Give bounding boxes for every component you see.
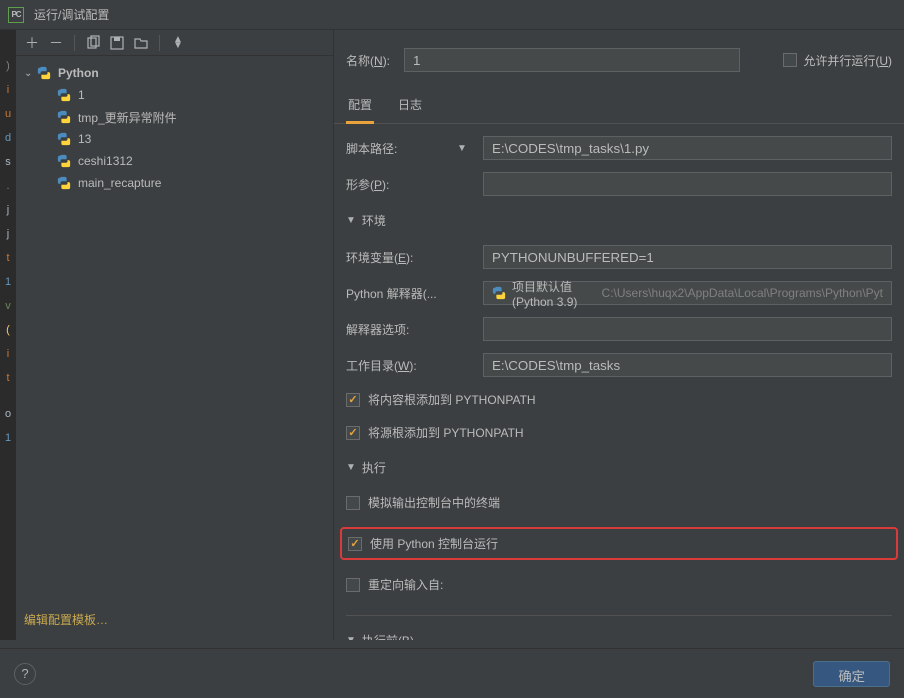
python-icon	[56, 153, 72, 169]
tab-log[interactable]: 日志	[396, 90, 424, 124]
chevron-down-icon: ▼	[346, 462, 356, 473]
tree-item[interactable]: 1	[16, 84, 333, 106]
allow-parallel-row: 允许并行运行(U)	[783, 52, 892, 69]
tree-node-python[interactable]: ⌄ Python	[16, 62, 333, 84]
script-path-row: 脚本路径: ▼	[346, 136, 892, 160]
interp-opts-label: 解释器选项:	[346, 321, 441, 338]
tab-bar: 配置 日志	[334, 90, 904, 124]
params-label: 形参(P):	[346, 176, 441, 193]
emulate-terminal-checkbox[interactable]	[346, 496, 360, 510]
python-icon	[56, 131, 72, 147]
edit-templates-link[interactable]: 编辑配置模板…	[24, 613, 108, 627]
redirect-input-label: 重定向输入自:	[368, 576, 443, 593]
sidebar-toolbar: ＋ － ▲▼	[16, 30, 333, 56]
emulate-terminal-row: 模拟输出控制台中的终端	[346, 492, 892, 513]
script-path-input[interactable]	[483, 136, 892, 160]
env-vars-label: 环境变量(E):	[346, 249, 441, 266]
script-path-label: 脚本路径:	[346, 140, 441, 157]
add-button[interactable]: ＋	[24, 35, 40, 51]
env-section-header[interactable]: ▼ 环境	[346, 208, 892, 233]
chevron-down-icon: ▼	[346, 215, 356, 226]
redirect-input-checkbox[interactable]	[346, 578, 360, 592]
chevron-down-icon: ⌄	[24, 68, 36, 79]
name-row: 名称(N): 允许并行运行(U)	[334, 30, 904, 90]
add-content-root-checkbox[interactable]	[346, 393, 360, 407]
add-source-root-checkbox[interactable]	[346, 426, 360, 440]
run-console-row: 使用 Python 控制台运行	[348, 533, 890, 554]
python-icon	[56, 109, 72, 125]
separator	[159, 35, 160, 51]
editor-gutter: )iuds.jjt1v(ito1	[0, 30, 16, 640]
redirect-input-row: 重定向输入自:	[346, 574, 892, 595]
emulate-terminal-label: 模拟输出控制台中的终端	[368, 494, 500, 511]
env-vars-input[interactable]	[483, 245, 892, 269]
tab-config[interactable]: 配置	[346, 90, 374, 124]
add-source-root-row: 将源根添加到 PYTHONPATH	[346, 422, 892, 443]
main-area: )iuds.jjt1v(ito1 ＋ － ▲▼ ⌄ Python 1 tmp_更…	[0, 30, 904, 640]
run-console-label: 使用 Python 控制台运行	[370, 535, 498, 552]
config-tree[interactable]: ⌄ Python 1 tmp_更新异常附件 13 ceshi1312 main_…	[16, 56, 333, 603]
separator	[74, 35, 75, 51]
interpreter-label: Python 解释器(...	[346, 285, 441, 302]
interpreter-select[interactable]: 项目默认值 (Python 3.9) C:\Users\huqx2\AppDat…	[483, 281, 892, 305]
workdir-label: 工作目录(W):	[346, 357, 441, 374]
tree-item[interactable]: main_recapture	[16, 172, 333, 194]
python-icon	[492, 286, 506, 300]
add-source-root-label: 将源根添加到 PYTHONPATH	[368, 424, 524, 441]
content-panel: 名称(N): 允许并行运行(U) 配置 日志 脚本路径: ▼ 形参(P):	[334, 30, 904, 640]
tree-item[interactable]: tmp_更新异常附件	[16, 106, 333, 128]
remove-button[interactable]: －	[48, 35, 64, 51]
add-content-root-row: 将内容根添加到 PYTHONPATH	[346, 389, 892, 410]
allow-parallel-checkbox[interactable]	[783, 53, 797, 67]
python-icon	[56, 175, 72, 191]
name-input[interactable]	[404, 48, 740, 72]
params-input[interactable]	[483, 172, 892, 196]
up-down-button[interactable]: ▲▼	[170, 35, 186, 51]
interp-opts-input[interactable]	[483, 317, 892, 341]
form-body: 脚本路径: ▼ 形参(P): ▼ 环境 环境变量(E): Python 解释器(…	[334, 124, 904, 640]
edit-templates: 编辑配置模板…	[16, 603, 333, 640]
window-title: 运行/调试配置	[34, 6, 109, 23]
name-label: 名称(N):	[346, 52, 390, 69]
highlight-annotation: 使用 Python 控制台运行	[340, 527, 898, 560]
config-sidebar: ＋ － ▲▼ ⌄ Python 1 tmp_更新异常附件 13 ceshi131…	[16, 30, 334, 640]
run-console-checkbox[interactable]	[348, 537, 362, 551]
tree-item[interactable]: 13	[16, 128, 333, 150]
tree-item[interactable]: ceshi1312	[16, 150, 333, 172]
chevron-down-icon: ▼	[346, 635, 356, 640]
allow-parallel-label: 允许并行运行(U)	[803, 52, 892, 69]
workdir-row: 工作目录(W):	[346, 353, 892, 377]
copy-button[interactable]	[85, 35, 101, 51]
workdir-input[interactable]	[483, 353, 892, 377]
script-path-dropdown[interactable]: ▼	[453, 143, 471, 154]
footer: ? 确定	[0, 648, 904, 698]
interp-opts-row: 解释器选项:	[346, 317, 892, 341]
ok-button[interactable]: 确定	[813, 661, 890, 687]
env-vars-row: 环境变量(E):	[346, 245, 892, 269]
pycharm-icon: PC	[8, 7, 24, 23]
help-button[interactable]: ?	[14, 663, 36, 685]
titlebar: PC 运行/调试配置	[0, 0, 904, 30]
python-icon	[56, 87, 72, 103]
save-button[interactable]	[109, 35, 125, 51]
tree-root-label: Python	[58, 66, 99, 80]
python-icon	[36, 65, 52, 81]
add-content-root-label: 将内容根添加到 PYTHONPATH	[368, 391, 536, 408]
interpreter-row: Python 解释器(... 项目默认值 (Python 3.9) C:\Use…	[346, 281, 892, 305]
params-row: 形参(P):	[346, 172, 892, 196]
before-launch-header[interactable]: ▼ 执行前(B)	[346, 628, 892, 640]
folder-button[interactable]	[133, 35, 149, 51]
exec-section-header[interactable]: ▼ 执行	[346, 455, 892, 480]
